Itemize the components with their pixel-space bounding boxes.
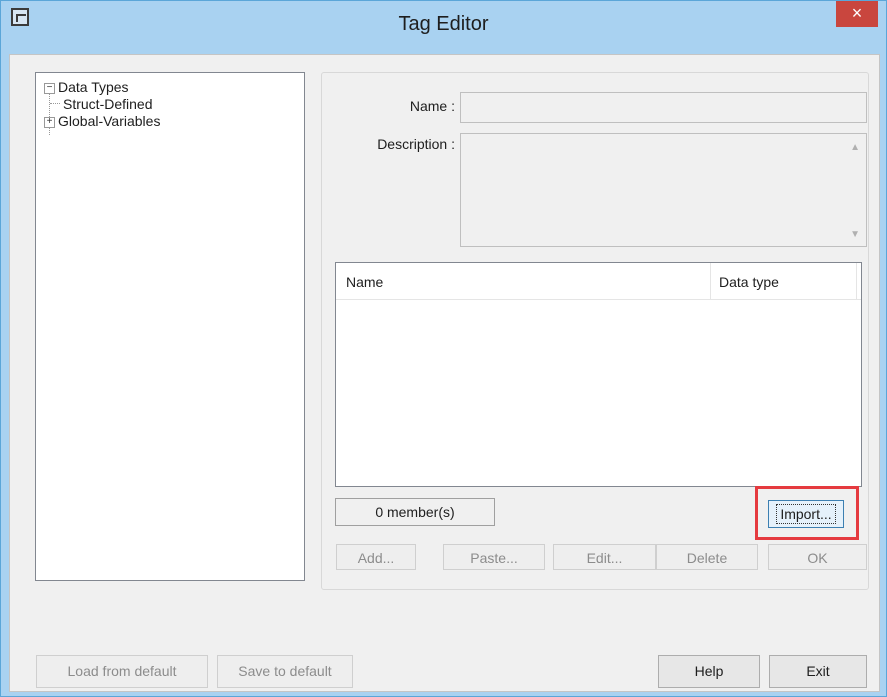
scroll-up-icon[interactable]: ▲ [850,142,860,153]
save-to-default-button[interactable]: Save to default [217,655,353,688]
load-from-default-button[interactable]: Load from default [36,655,208,688]
scroll-down-icon[interactable]: ▼ [850,229,860,240]
name-field[interactable] [460,92,867,123]
expand-icon[interactable]: + [44,116,55,128]
description-field[interactable]: ▲ ▼ [460,133,867,247]
data-types-tree[interactable]: − Data Types Struct-Defined + Global-Varia… [35,72,305,581]
column-divider[interactable] [856,263,857,299]
tree-node-struct-defined[interactable]: Struct-Defined [63,96,152,112]
tag-editor-window: Tag Editor × − Data Types Struct-Defined … [0,0,887,697]
member-count: 0 member(s) [335,498,495,526]
help-button[interactable]: Help [658,655,760,688]
tree-node-data-types[interactable]: − Data Types [44,79,129,95]
import-button[interactable]: Import... [768,500,844,528]
name-label: Name : [409,98,455,114]
members-list[interactable]: Name Data type [335,262,862,487]
column-divider[interactable] [710,263,711,299]
tree-node-label: Global-Variables [58,113,161,129]
title-bar[interactable]: Tag Editor × [1,1,886,53]
client-area: − Data Types Struct-Defined + Global-Varia… [9,54,880,692]
tree-node-label: Struct-Defined [63,96,153,112]
paste-button[interactable]: Paste... [443,544,545,570]
tree-connector [50,103,60,104]
close-button[interactable]: × [836,1,878,27]
import-button-label: Import... [776,504,836,524]
window-title: Tag Editor [398,13,489,35]
tree-node-global-variables[interactable]: + Global-Variables [44,113,160,129]
column-header-name[interactable]: Name [346,274,383,290]
exit-button[interactable]: Exit [769,655,867,688]
add-button[interactable]: Add... [336,544,416,570]
tree-node-label: Data Types [58,79,129,95]
edit-button[interactable]: Edit... [553,544,656,570]
ok-button[interactable]: OK [768,544,867,570]
column-header-data-type[interactable]: Data type [719,274,779,290]
list-header: Name Data type [336,263,861,300]
description-label: Description : [377,136,455,152]
delete-button[interactable]: Delete [656,544,758,570]
